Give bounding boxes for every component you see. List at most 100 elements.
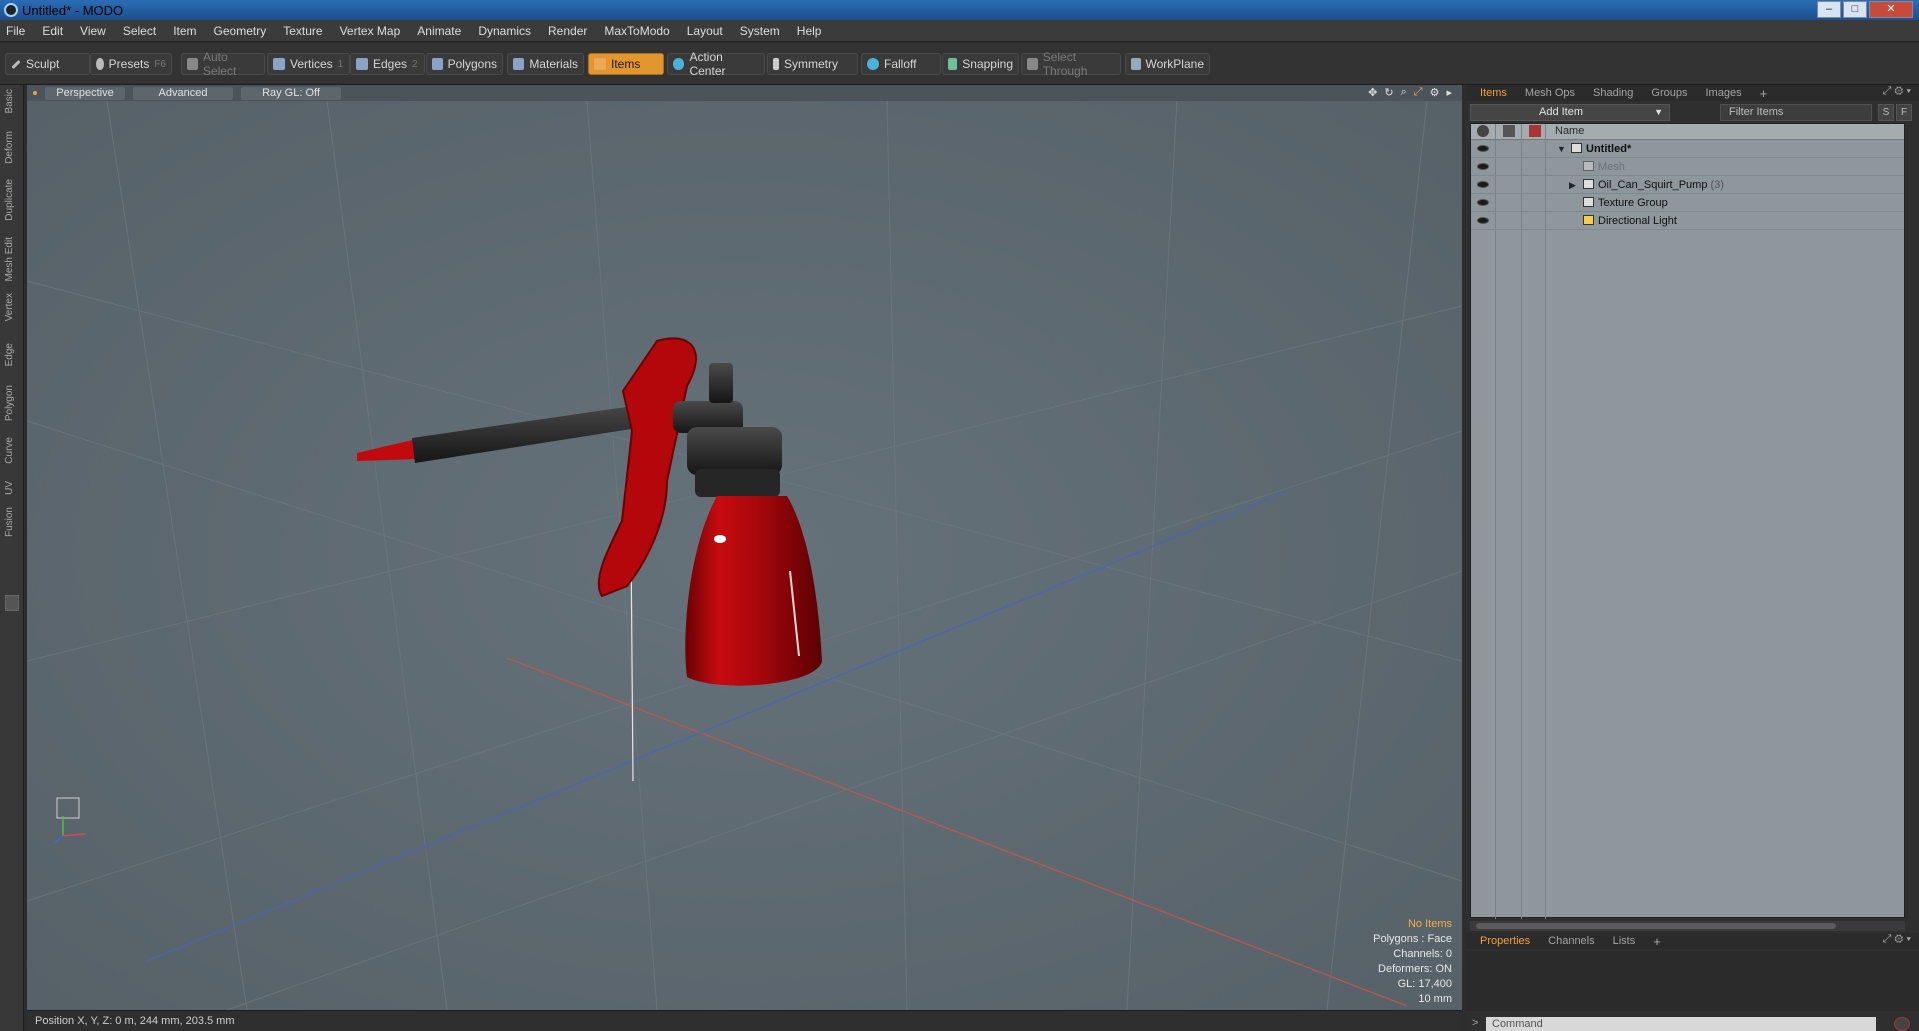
menu-edit[interactable]: Edit <box>42 24 63 38</box>
menu-layout[interactable]: Layout <box>687 24 723 38</box>
polygons-button[interactable]: Polygons <box>426 53 503 75</box>
visibility-eye-icon[interactable] <box>1477 199 1489 206</box>
expand-arrow-icon[interactable]: ▸ <box>1446 86 1452 99</box>
tab-curve[interactable]: Curve <box>4 437 15 464</box>
minimize-button[interactable]: – <box>1817 1 1841 18</box>
menu-vertex-map[interactable]: Vertex Map <box>340 24 401 38</box>
fit-icon[interactable]: ⤢ <box>1414 86 1423 99</box>
main-toolbar: Sculpt Presets F6 Auto Select Vertices 1… <box>0 43 1919 85</box>
items-list-header: Name <box>1471 124 1904 140</box>
vertices-button[interactable]: Vertices 1 <box>267 53 350 75</box>
tab-duplicate[interactable]: Duplicate <box>4 179 15 221</box>
tab-basic[interactable]: Basic <box>4 89 15 113</box>
tab-shading[interactable]: Shading <box>1593 87 1633 99</box>
expand-right-icon[interactable]: ▶ <box>1569 176 1576 194</box>
panel-options-icon[interactable]: ⤢ ⚙ ▾ <box>1883 933 1911 946</box>
mesh-item-icon <box>1583 179 1594 189</box>
tab-items[interactable]: Items <box>1480 87 1507 99</box>
right-panel: Items Mesh Ops Shading Groups Images + ⤢… <box>1466 85 1919 1031</box>
workplane-button[interactable]: WorkPlane <box>1125 53 1210 75</box>
visibility-eye-icon[interactable] <box>1477 163 1489 170</box>
tree-row-mesh[interactable]: Mesh <box>1471 158 1904 176</box>
filter-s-button[interactable]: S <box>1878 104 1894 121</box>
lock-column-icon[interactable] <box>1503 125 1515 137</box>
visibility-eye-icon[interactable] <box>1477 217 1489 224</box>
add-tab-icon[interactable]: + <box>1653 934 1661 949</box>
expand-down-icon[interactable]: ▼ <box>1557 140 1566 158</box>
menu-maxtomodo[interactable]: MaxToModo <box>604 24 669 38</box>
tree-row-directional-light[interactable]: Directional Light <box>1471 212 1904 230</box>
add-item-dropdown[interactable]: Add Item ▼ <box>1470 104 1670 121</box>
menu-texture[interactable]: Texture <box>283 24 322 38</box>
column-name[interactable]: Name <box>1555 125 1584 137</box>
command-record-icon[interactable] <box>1894 1017 1910 1031</box>
menu-dynamics[interactable]: Dynamics <box>478 24 531 38</box>
tab-polygon[interactable]: Polygon <box>4 385 15 421</box>
tab-fusion[interactable]: Fusion <box>4 507 15 537</box>
edges-button[interactable]: Edges 2 <box>350 53 425 75</box>
maximize-button[interactable]: □ <box>1843 1 1867 18</box>
view-mode-button[interactable]: Perspective <box>45 86 125 100</box>
tab-vertex[interactable]: Vertex <box>4 293 15 321</box>
tab-uv[interactable]: UV <box>4 481 15 495</box>
menu-help[interactable]: Help <box>797 24 822 38</box>
snapping-button[interactable]: Snapping <box>942 53 1019 75</box>
command-input[interactable]: Command <box>1486 1017 1876 1031</box>
zoom-icon[interactable]: ⌕ <box>1401 86 1407 99</box>
presets-button[interactable]: Presets F6 <box>90 53 172 75</box>
pan-icon[interactable]: ✥ <box>1368 86 1377 99</box>
render-column-icon[interactable] <box>1529 125 1541 137</box>
action-center-button[interactable]: Action Center <box>667 50 765 78</box>
properties-area <box>1466 951 1919 1011</box>
3d-viewport[interactable]: Perspective Advanced Ray GL: Off ✥ ↻ ⌕ ⤢… <box>27 85 1462 1010</box>
items-button[interactable]: Items <box>588 53 664 75</box>
menu-system[interactable]: System <box>740 24 780 38</box>
shading-mode-button[interactable]: Advanced <box>133 86 233 100</box>
falloff-button[interactable]: Falloff <box>861 53 941 75</box>
raygl-button[interactable]: Ray GL: Off <box>241 86 341 100</box>
add-tab-icon[interactable]: + <box>1760 86 1768 101</box>
menu-view[interactable]: View <box>80 24 106 38</box>
tab-channels[interactable]: Channels <box>1548 935 1594 947</box>
tab-images[interactable]: Images <box>1706 87 1742 99</box>
rotate-icon[interactable]: ↻ <box>1384 86 1393 99</box>
menu-item[interactable]: Item <box>173 24 196 38</box>
tree-row-texture-group[interactable]: Texture Group <box>1471 194 1904 212</box>
select-through-button[interactable]: Select Through <box>1021 50 1121 78</box>
menu-select[interactable]: Select <box>123 24 156 38</box>
filter-f-button[interactable]: F <box>1896 104 1912 121</box>
tab-mesh-ops[interactable]: Mesh Ops <box>1525 87 1575 99</box>
settings-gear-icon[interactable]: ⚙ <box>1430 86 1440 99</box>
scene-canvas <box>27 101 1462 1010</box>
panel-options-icon[interactable]: ⤢ ⚙ ▾ <box>1883 85 1911 98</box>
menu-geometry[interactable]: Geometry <box>214 24 267 38</box>
materials-button[interactable]: Materials <box>507 53 584 75</box>
menu-file[interactable]: File <box>6 24 25 38</box>
auto-select-button[interactable]: Auto Select <box>181 50 265 78</box>
filter-items-input[interactable]: Filter Items <box>1720 104 1872 121</box>
command-prompt-icon: > <box>1472 1017 1479 1029</box>
visibility-eye-icon[interactable] <box>1477 181 1489 188</box>
menu-render[interactable]: Render <box>548 24 587 38</box>
visibility-eye-icon[interactable] <box>1477 145 1489 152</box>
sculpt-button[interactable]: Sculpt <box>5 53 90 75</box>
viewport-dot-icon <box>33 91 37 95</box>
tab-deform[interactable]: Deform <box>4 131 15 164</box>
tab-lists[interactable]: Lists <box>1613 935 1636 947</box>
tab-groups[interactable]: Groups <box>1651 87 1687 99</box>
symmetry-button[interactable]: Symmetry <box>767 53 858 75</box>
visibility-column-icon[interactable] <box>1477 125 1489 137</box>
tab-edge[interactable]: Edge <box>4 343 15 366</box>
auto-select-icon <box>187 58 198 70</box>
workplane-icon <box>1131 58 1141 70</box>
tree-row-scene[interactable]: ▼ Untitled* <box>1471 140 1904 158</box>
info-scale: 10 mm <box>1418 993 1452 1005</box>
items-hscrollbar[interactable] <box>1470 921 1905 931</box>
close-button[interactable]: ✕ <box>1869 1 1913 18</box>
panel-toggle-icon[interactable] <box>5 595 19 611</box>
tree-row-oil-can[interactable]: ▶ Oil_Can_Squirt_Pump (3) <box>1471 176 1904 194</box>
group-icon <box>1583 197 1594 207</box>
tab-properties[interactable]: Properties <box>1480 935 1530 947</box>
menu-animate[interactable]: Animate <box>417 24 461 38</box>
tab-mesh-edit[interactable]: Mesh Edit <box>4 237 15 281</box>
